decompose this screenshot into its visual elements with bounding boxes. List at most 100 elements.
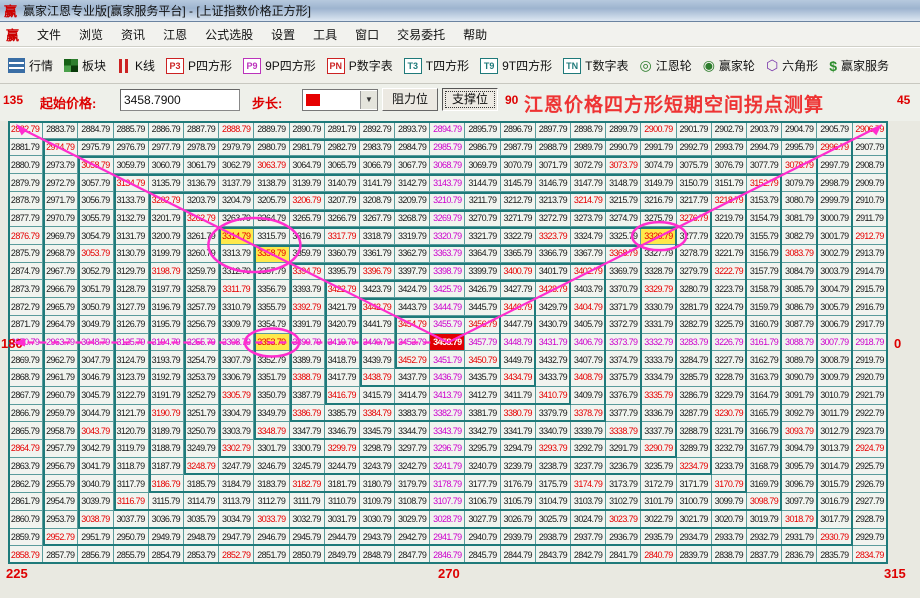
grid-cell[interactable]: 3431.79 [536,334,571,352]
grid-cell[interactable]: 3455.79 [430,316,465,334]
grid-cell[interactable]: 3196.79 [149,298,184,316]
grid-cell[interactable]: 3043.79 [78,422,113,440]
grid-cell[interactable]: 3410.79 [536,387,571,405]
grid-cell[interactable]: 3195.79 [149,316,184,334]
grid-cell[interactable]: 2873.79 [8,280,43,298]
grid-cell[interactable]: 3346.79 [325,422,360,440]
toolbar-button-K线[interactable]: K线 [117,57,155,74]
grid-cell[interactable]: 3264.79 [254,210,289,228]
grid-cell[interactable]: 2953.79 [43,511,78,529]
grid-cell[interactable]: 3336.79 [641,405,676,423]
grid-cell[interactable]: 2879.79 [8,174,43,192]
grid-cell[interactable]: 3083.79 [782,245,817,263]
grid-cell[interactable]: 3442.79 [360,298,395,316]
grid-cell[interactable]: 3114.79 [184,493,219,511]
grid-cell[interactable]: 3266.79 [325,210,360,228]
grid-cell[interactable]: 3204.79 [219,192,254,210]
grid-cell[interactable]: 2901.79 [677,121,712,139]
grid-cell[interactable]: 3360.79 [325,245,360,263]
grid-cell[interactable]: 2916.79 [853,298,888,316]
grid-cell[interactable]: 2948.79 [184,529,219,547]
grid-cell[interactable]: 3404.79 [571,298,606,316]
grid-cell[interactable]: 3178.79 [430,475,465,493]
grid-cell[interactable]: 3134.79 [114,174,149,192]
grid-cell[interactable]: 2918.79 [853,334,888,352]
grid-cell[interactable]: 2949.79 [149,529,184,547]
grid-cell[interactable]: 2927.79 [853,493,888,511]
grid-cell[interactable]: 2939.79 [501,529,536,547]
grid-cell[interactable]: 3091.79 [782,387,817,405]
grid-cell[interactable]: 3411.79 [501,387,536,405]
grid-cell[interactable]: 2835.79 [817,546,852,564]
grid-cell[interactable]: 3309.79 [219,316,254,334]
grid-cell[interactable]: 2982.79 [325,139,360,157]
toolbar-button-9P四方形[interactable]: P99P四方形 [243,57,316,74]
toolbar-button-六角形[interactable]: ⬡六角形 [766,57,818,74]
grid-cell[interactable]: 3308.79 [219,334,254,352]
grid-cell[interactable]: 3392.79 [290,298,325,316]
grid-cell[interactable]: 2849.79 [325,546,360,564]
grid-cell[interactable]: 3348.79 [254,422,289,440]
grid-cell[interactable]: 3070.79 [501,156,536,174]
grid-cell[interactable]: 3137.79 [219,174,254,192]
grid-cell[interactable]: 2866.79 [8,405,43,423]
grid-cell[interactable]: 3036.79 [149,511,184,529]
grid-cell[interactable]: 3396.79 [360,263,395,281]
grid-cell[interactable]: 2924.79 [853,440,888,458]
toolbar-button-P数字表[interactable]: PNP数字表 [327,57,393,74]
grid-cell[interactable]: 3175.79 [536,475,571,493]
grid-cell[interactable]: 3058.79 [78,156,113,174]
grid-cell[interactable]: 3394.79 [290,263,325,281]
grid-cell[interactable]: 3007.79 [817,334,852,352]
grid-cell[interactable]: 2926.79 [853,475,888,493]
grid-cell[interactable]: 2886.79 [149,121,184,139]
grid-cell[interactable]: 3158.79 [747,280,782,298]
grid-cell[interactable]: 2860.79 [8,511,43,529]
grid-cell[interactable]: 3427.79 [501,280,536,298]
toolbar-button-T数字表[interactable]: TNT数字表 [563,57,628,74]
grid-cell[interactable]: 3450.79 [465,351,500,369]
grid-cell[interactable]: 3145.79 [501,174,536,192]
grid-cell[interactable]: 2910.79 [853,192,888,210]
grid-cell[interactable]: 3191.79 [149,387,184,405]
grid-cell[interactable]: 3074.79 [641,156,676,174]
grid-cell[interactable]: 3202.79 [149,192,184,210]
grid-cell[interactable]: 3263.79 [219,210,254,228]
grid-cell[interactable]: 2892.79 [360,121,395,139]
grid-cell[interactable]: 3057.79 [78,174,113,192]
grid-cell[interactable]: 2951.79 [78,529,113,547]
grid-cell[interactable]: 3200.79 [149,227,184,245]
grid-cell[interactable]: 3393.79 [290,280,325,298]
grid-cell[interactable]: 3100.79 [677,493,712,511]
grid-cell[interactable]: 3061.79 [184,156,219,174]
grid-cell[interactable]: 3319.79 [395,227,430,245]
grid-cell[interactable]: 3230.79 [712,405,747,423]
grid-cell[interactable]: 3370.79 [606,280,641,298]
grid-cell[interactable]: 3288.79 [677,422,712,440]
grid-cell[interactable]: 3412.79 [465,387,500,405]
grid-cell[interactable]: 3433.79 [536,369,571,387]
grid-cell-pivot-highlight[interactable]: 3326.79 [641,227,676,245]
grid-cell[interactable]: 2971.79 [43,192,78,210]
grid-cell[interactable]: 2884.79 [78,121,113,139]
grid-cell[interactable]: 2968.79 [43,245,78,263]
grid-cell[interactable]: 3139.79 [290,174,325,192]
grid-cell[interactable]: 3180.79 [360,475,395,493]
grid-cell[interactable]: 2888.79 [219,121,254,139]
grid-cell[interactable]: 2996.79 [817,139,852,157]
grid-cell[interactable]: 2985.79 [430,139,465,157]
grid-cell[interactable]: 3096.79 [782,475,817,493]
grid-cell[interactable]: 3211.79 [465,192,500,210]
grid-cell[interactable]: 2999.79 [817,192,852,210]
grid-cell[interactable]: 3400.79 [501,263,536,281]
grid-cell[interactable]: 3067.79 [395,156,430,174]
grid-cell[interactable]: 2944.79 [325,529,360,547]
grid-cell[interactable]: 3002.79 [817,245,852,263]
grid-cell[interactable]: 3051.79 [78,280,113,298]
grid-cell[interactable]: 3388.79 [290,369,325,387]
grid-cell[interactable]: 3407.79 [571,351,606,369]
grid-cell[interactable]: 3122.79 [114,387,149,405]
grid-cell[interactable]: 3025.79 [536,511,571,529]
grid-cell[interactable]: 3414.79 [395,387,430,405]
toolbar-button-T四方形[interactable]: T3T四方形 [404,57,469,74]
